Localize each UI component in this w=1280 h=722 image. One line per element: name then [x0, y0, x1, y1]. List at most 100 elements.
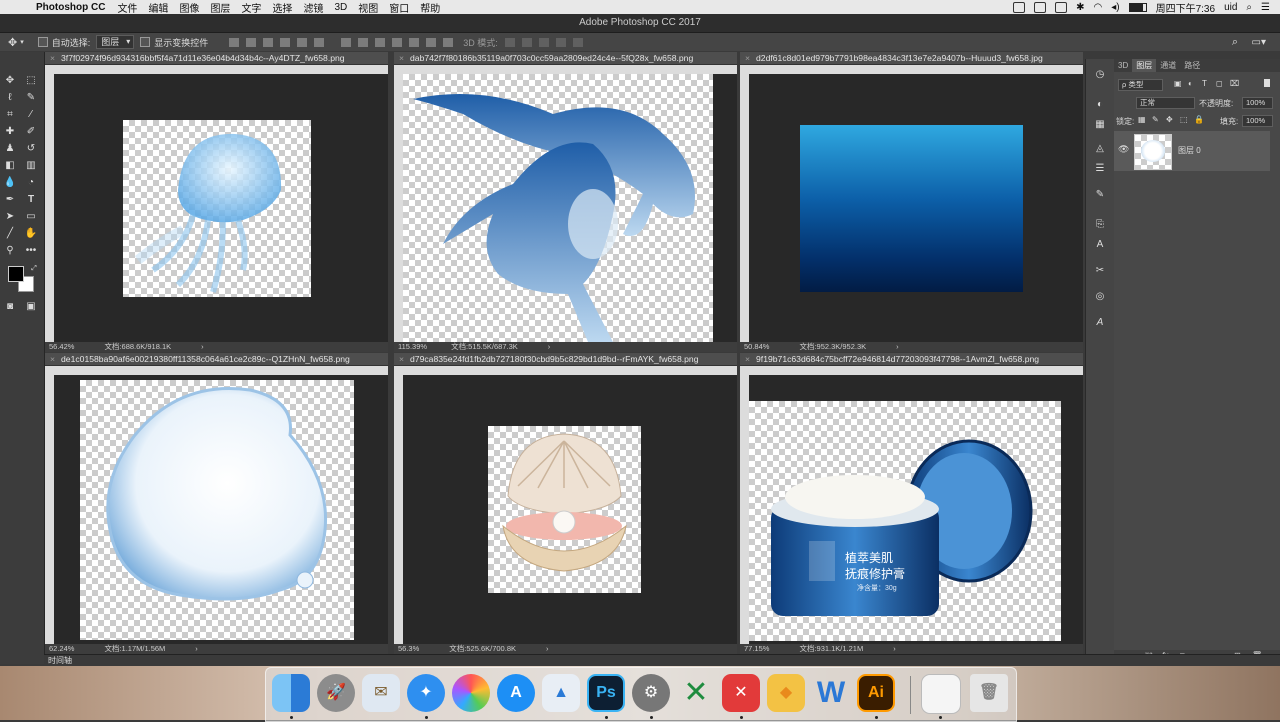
document-window[interactable]: × dab742f7f80186b35119a0f703c0cc59aa2809e…	[394, 52, 737, 352]
menu-layer[interactable]: 图层	[210, 0, 230, 15]
tab-3d[interactable]: 3D	[1114, 59, 1132, 72]
auto-align-icon[interactable]	[443, 37, 454, 47]
layer-name[interactable]: 图层 0	[1178, 145, 1201, 156]
3d-pan-icon[interactable]	[538, 37, 549, 47]
dock-preview-icon[interactable]	[921, 674, 961, 714]
lock-paint-icon[interactable]: ✎	[1152, 115, 1159, 124]
adjustments-icon[interactable]: ◬	[1094, 143, 1106, 155]
canvas[interactable]: 植萃美肌 抚痕修护膏 净含量：30g	[749, 401, 1061, 641]
zoom-level[interactable]: 50.84%	[744, 342, 769, 351]
canvas[interactable]	[488, 426, 641, 593]
lock-move-icon[interactable]: ✥	[1166, 115, 1173, 124]
align-top-icon[interactable]	[229, 37, 240, 47]
healing-tool-icon[interactable]: ✚	[3, 125, 17, 139]
tab-channels[interactable]: 通道	[1156, 59, 1180, 72]
menu-3d[interactable]: 3D	[334, 2, 347, 13]
dock-illustrator-icon[interactable]: Ai	[857, 674, 895, 712]
menu-type[interactable]: 文字	[241, 0, 261, 15]
swap-colors-icon[interactable]: ⤢	[27, 262, 41, 276]
visibility-eye-icon[interactable]: 👁	[1118, 144, 1129, 155]
align-vcenter-icon[interactable]	[246, 37, 257, 47]
horizontal-ruler[interactable]	[45, 65, 388, 74]
dodge-tool-icon[interactable]: ◔	[24, 176, 38, 190]
opacity-field[interactable]: 100%	[1242, 97, 1273, 109]
document-window[interactable]: × d2df61c8d01ed979b7791b98ea4834c3f13e7e2…	[740, 52, 1083, 352]
document-window[interactable]: × 3f7f02974f96d934316bbf5f4a71d11e36e04b4…	[45, 52, 388, 352]
underwater-image[interactable]	[800, 125, 1023, 292]
document-tab[interactable]: × d2df61c8d01ed979b7791b98ea4834c3f13e7e2…	[740, 52, 1083, 65]
canvas-area[interactable]	[403, 375, 737, 644]
menu-edit[interactable]: 编辑	[148, 0, 168, 15]
filter-pixel-icon[interactable]: ▣	[1174, 79, 1182, 88]
close-icon[interactable]: ×	[745, 354, 750, 364]
zoom-level[interactable]: 77.15%	[744, 644, 769, 653]
3d-slide-icon[interactable]	[555, 37, 566, 47]
history-brush-tool-icon[interactable]: ↺	[24, 142, 38, 156]
canvas-area[interactable]	[54, 375, 388, 644]
close-icon[interactable]: ×	[745, 53, 750, 63]
menu-view[interactable]: 视图	[358, 0, 378, 15]
canvas[interactable]	[80, 380, 354, 640]
brush-panel-icon[interactable]: ✎	[1094, 189, 1106, 201]
eyedropper-tool-icon[interactable]: ⁄	[24, 108, 38, 122]
hand-tool-icon[interactable]: ✋	[24, 227, 38, 241]
vertical-ruler[interactable]	[45, 375, 54, 644]
vertical-ruler[interactable]	[394, 74, 403, 342]
filter-toggle-icon[interactable]	[1264, 79, 1270, 87]
lasso-tool-icon[interactable]: ℓ	[3, 91, 17, 105]
status-arrow-icon[interactable]: ›	[201, 342, 204, 351]
dock-photos-icon[interactable]	[452, 674, 490, 712]
canvas[interactable]	[123, 120, 311, 297]
canvas-area[interactable]: 植萃美肌 抚痕修护膏 净含量：30g	[749, 375, 1083, 644]
canvas-area[interactable]	[54, 74, 388, 342]
pen-tool-icon[interactable]: ✒	[3, 193, 17, 207]
path-select-tool-icon[interactable]: ➤	[3, 210, 17, 224]
menu-help[interactable]: 帮助	[420, 0, 440, 15]
zoom-level[interactable]: 62.24%	[49, 644, 74, 653]
close-icon[interactable]: ×	[50, 354, 55, 364]
distribute-vcenter-icon[interactable]	[358, 37, 369, 47]
show-transform-checkbox[interactable]	[140, 37, 151, 47]
status-icon-2[interactable]	[1055, 1, 1068, 13]
dock-sketch-icon[interactable]: ◆	[767, 674, 805, 712]
dock-launchpad-icon[interactable]: 🚀	[317, 674, 355, 712]
type-tool-icon[interactable]: T	[24, 193, 38, 207]
zoom-level[interactable]: 56.42%	[49, 342, 74, 351]
distribute-hcenter-icon[interactable]	[409, 37, 420, 47]
dock-finder-icon[interactable]	[272, 674, 310, 712]
vertical-ruler[interactable]	[394, 375, 403, 644]
zoom-level[interactable]: 56.3%	[398, 644, 419, 653]
menu-window[interactable]: 窗口	[389, 0, 409, 15]
3d-scale-icon[interactable]	[572, 37, 583, 47]
bluetooth-icon[interactable]: ✱	[1076, 2, 1084, 13]
fill-field[interactable]: 100%	[1242, 115, 1273, 127]
menu-file[interactable]: 文件	[117, 0, 137, 15]
tab-paths[interactable]: 路径	[1180, 59, 1204, 72]
document-size[interactable]: 文档:515.5K/687.3K	[451, 342, 518, 351]
grid-icon[interactable]	[1034, 1, 1047, 13]
vertical-ruler[interactable]	[740, 375, 749, 644]
lock-pixels-icon[interactable]: ▦	[1138, 115, 1146, 124]
document-tab[interactable]: × 3f7f02974f96d934316bbf5f4a71d11e36e04b4…	[45, 52, 388, 65]
layer-filter-dropdown[interactable]: ρ 类型	[1118, 79, 1163, 91]
3d-orbit-icon[interactable]	[504, 37, 515, 47]
filter-adjust-icon[interactable]: ◐	[1188, 79, 1193, 88]
status-arrow-icon[interactable]: ›	[546, 644, 549, 653]
brush-tool-icon[interactable]: ✐	[24, 125, 38, 139]
dock-system-preferences-icon[interactable]: ⚙	[632, 674, 670, 712]
app-menu[interactable]: Photoshop CC	[36, 2, 105, 13]
screen-mode-icon[interactable]: ▣	[24, 300, 38, 314]
distribute-left-icon[interactable]	[392, 37, 403, 47]
spotlight-icon[interactable]: ⌕	[1246, 2, 1252, 13]
history-icon[interactable]: ◷	[1094, 69, 1106, 81]
document-tab[interactable]: × 9f19b71c63d684c75bcff72e946814d77203093…	[740, 353, 1083, 366]
line-tool-icon[interactable]: ╱	[3, 227, 17, 241]
blur-tool-icon[interactable]: 💧	[3, 176, 17, 190]
menu-image[interactable]: 图像	[179, 0, 199, 15]
horizontal-ruler[interactable]	[740, 65, 1083, 74]
stamp-tool-icon[interactable]: ♟	[3, 142, 17, 156]
marquee-tool-icon[interactable]: ⬚	[24, 74, 38, 88]
dock-word-icon[interactable]: W	[812, 674, 850, 712]
dock-photoshop-icon[interactable]: Ps	[587, 674, 625, 712]
horizontal-ruler[interactable]	[45, 366, 388, 375]
